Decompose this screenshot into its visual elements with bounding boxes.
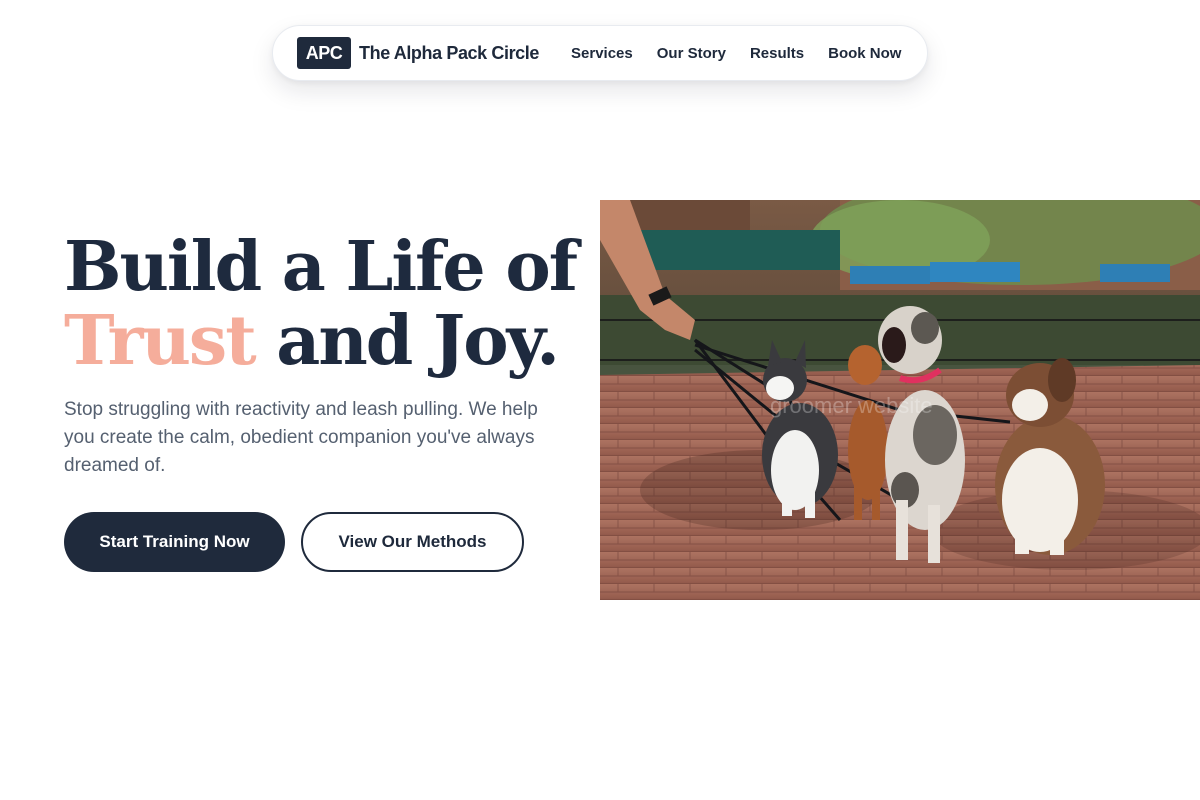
hero-photo-dogs-on-leash: groomer website bbox=[600, 200, 1200, 600]
nav-link-results[interactable]: Results bbox=[750, 45, 804, 62]
top-navigation: APC The Alpha Pack Circle Services Our S… bbox=[272, 25, 928, 81]
hero-title-line1: Build a Life of bbox=[64, 227, 578, 307]
hero-subtitle: Stop struggling with reactivity and leas… bbox=[64, 399, 538, 476]
brand-logo-link[interactable]: APC The Alpha Pack Circle bbox=[297, 37, 539, 69]
hero-title-accent: Trust bbox=[64, 301, 257, 381]
hero-title: Build a Life of Trust and Joy. bbox=[64, 227, 578, 381]
nav-link-our-story[interactable]: Our Story bbox=[657, 45, 726, 62]
brand-name: The Alpha Pack Circle bbox=[359, 42, 540, 63]
svg-text:groomer website: groomer website bbox=[770, 393, 933, 418]
nav-link-book-now[interactable]: Book Now bbox=[828, 45, 901, 62]
hero-title-line2: and Joy. bbox=[254, 301, 560, 381]
view-methods-button[interactable]: View Our Methods bbox=[301, 512, 524, 572]
start-training-button[interactable]: Start Training Now bbox=[64, 512, 285, 572]
nav-links: Services Our Story Results Book Now bbox=[571, 45, 901, 62]
logo-badge: APC bbox=[297, 37, 351, 69]
nav-link-services[interactable]: Services bbox=[571, 45, 633, 62]
